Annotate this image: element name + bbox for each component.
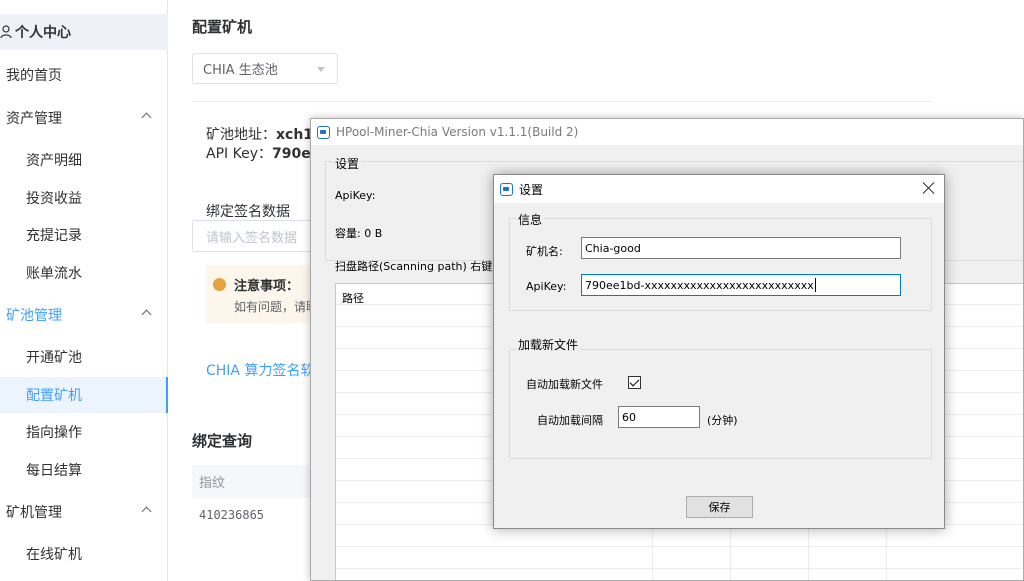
sidebar-item-label: 开通矿池 [26, 350, 82, 366]
pool-address-label: 矿池地址： [206, 127, 276, 143]
bind-sign-placeholder: 请输入签名数据 [206, 230, 298, 246]
close-icon[interactable] [922, 181, 936, 195]
table-cell: 410236865 [199, 508, 265, 522]
sidebar-item-pointing[interactable]: 指向操作 [0, 414, 168, 450]
dialog-apikey-label: ApiKey: [526, 280, 567, 293]
chevron-up-icon [141, 309, 152, 320]
warning-icon [213, 278, 226, 291]
user-center-label: 个人中心 [15, 25, 71, 41]
sidebar-item-miner-management[interactable]: 矿机管理 [0, 494, 168, 530]
apikey-input[interactable]: 790ee1bd-xxxxxxxxxxxxxxxxxxxxxxxxxx [581, 274, 901, 296]
pool-select[interactable]: CHIA 生态池 [192, 53, 338, 84]
fingerprint-header: 指纹 [199, 476, 226, 491]
grid-line [336, 568, 1023, 569]
sidebar-item-open-pool[interactable]: 开通矿池 [0, 339, 168, 375]
load-files-group-title: 加载新文件 [516, 336, 581, 353]
sidebar: 个人中心 我的首页 资产管理 资产明细 投资收益 充提记录 账单流水 矿池管理 … [0, 0, 168, 581]
chevron-up-icon [141, 112, 152, 123]
hpool-scan-label: 扫盘路径(Scanning path) 右键路 [335, 260, 504, 273]
hpool-titlebar[interactable]: HPool-Miner-Chia Version v1.1.1(Build 2) [311, 119, 1023, 145]
sidebar-item-label: 在线矿机 [26, 547, 82, 563]
divider [192, 101, 932, 102]
sidebar-item-asset-details[interactable]: 资产明细 [0, 142, 168, 178]
sidebar-item-investment-income[interactable]: 投资收益 [0, 180, 168, 216]
sidebar-item-label: 资产管理 [6, 111, 62, 127]
sidebar-item-home[interactable]: 我的首页 [0, 57, 168, 93]
sidebar-item-deposit-records[interactable]: 充提记录 [0, 217, 168, 253]
hpool-group-title: 设置 [333, 155, 362, 172]
save-button[interactable]: 保存 [686, 496, 753, 518]
sidebar-item-label: 投资收益 [26, 191, 82, 207]
apikey-input-value: 790ee1bd-xxxxxxxxxxxxxxxxxxxxxxxxxx [585, 278, 814, 292]
notice-title: 注意事项： [234, 279, 300, 294]
auto-load-checkbox[interactable] [628, 376, 641, 389]
sidebar-item-label: 资产明细 [26, 153, 82, 169]
notice-box: 注意事项： 如有问题，请联 [206, 265, 319, 323]
page-title: 配置矿机 [192, 18, 253, 36]
hpool-title: HPool-Miner-Chia Version v1.1.1(Build 2) [336, 125, 579, 139]
interval-label: 自动加载间隔 [537, 414, 603, 427]
dialog-titlebar[interactable]: 设置 [494, 175, 944, 203]
app-icon [500, 182, 513, 196]
app-icon [317, 125, 330, 139]
sidebar-item-online-miners[interactable]: 在线矿机 [0, 536, 168, 572]
sidebar-item-label: 我的首页 [6, 68, 62, 84]
miner-name-label: 矿机名: [526, 245, 563, 258]
auto-load-label: 自动加载新文件 [526, 378, 603, 391]
sidebar-item-label: 矿池管理 [6, 308, 62, 324]
text-caret [814, 278, 816, 292]
hpool-apikey-label: ApiKey: [335, 189, 376, 202]
pool-address-value: xch1 [276, 127, 314, 143]
hpool-capacity-label: 容量: 0 B [335, 227, 383, 240]
info-group-title: 信息 [516, 211, 545, 228]
user-center-header[interactable]: 个人中心 [0, 14, 168, 50]
interval-value: 60 [622, 410, 636, 424]
table-header: 指纹 [192, 465, 312, 498]
sidebar-item-label: 矿机管理 [6, 505, 62, 521]
caret-down-icon [317, 67, 325, 72]
settings-dialog: 设置 信息 矿机名: Chia-good ApiKey: 790ee1bd-xx… [493, 174, 945, 529]
info-group [509, 218, 932, 311]
software-link[interactable]: CHIA 算力签名软 [206, 360, 314, 380]
sidebar-item-assets[interactable]: 资产管理 [0, 100, 168, 136]
chevron-up-icon [141, 506, 152, 517]
sidebar-item-label: 配置矿机 [26, 388, 82, 404]
apikey-label: API Key： [206, 146, 272, 162]
sidebar-item-pool-management[interactable]: 矿池管理 [0, 297, 168, 333]
dialog-title: 设置 [519, 182, 544, 197]
bind-sign-input[interactable]: 请输入签名数据 [192, 220, 322, 252]
bind-sign-label: 绑定签名数据 [206, 204, 290, 220]
notice-text: 如有问题，请联 [234, 300, 319, 314]
miner-name-value: Chia-good [585, 241, 641, 255]
interval-input[interactable]: 60 [618, 406, 700, 428]
apikey-line: API Key：790ee [206, 143, 320, 163]
user-icon [0, 25, 12, 39]
pool-address-line: 矿池地址：xch1 [206, 124, 313, 144]
sidebar-item-daily-settlement[interactable]: 每日结算 [0, 452, 168, 488]
pool-select-value: CHIA 生态池 [203, 63, 278, 78]
sidebar-item-label: 充提记录 [26, 228, 82, 244]
sidebar-item-label: 账单流水 [26, 266, 82, 282]
sidebar-item-label: 指向操作 [26, 425, 82, 441]
sidebar-item-billing[interactable]: 账单流水 [0, 255, 168, 291]
load-files-group [509, 349, 932, 459]
grid-line [336, 546, 1023, 547]
miner-name-input[interactable]: Chia-good [581, 237, 901, 259]
sidebar-item-configure-miner[interactable]: 配置矿机 [0, 377, 168, 413]
sidebar-item-label: 每日结算 [26, 463, 82, 479]
interval-unit: (分钟) [707, 414, 738, 427]
query-title: 绑定查询 [192, 432, 253, 450]
